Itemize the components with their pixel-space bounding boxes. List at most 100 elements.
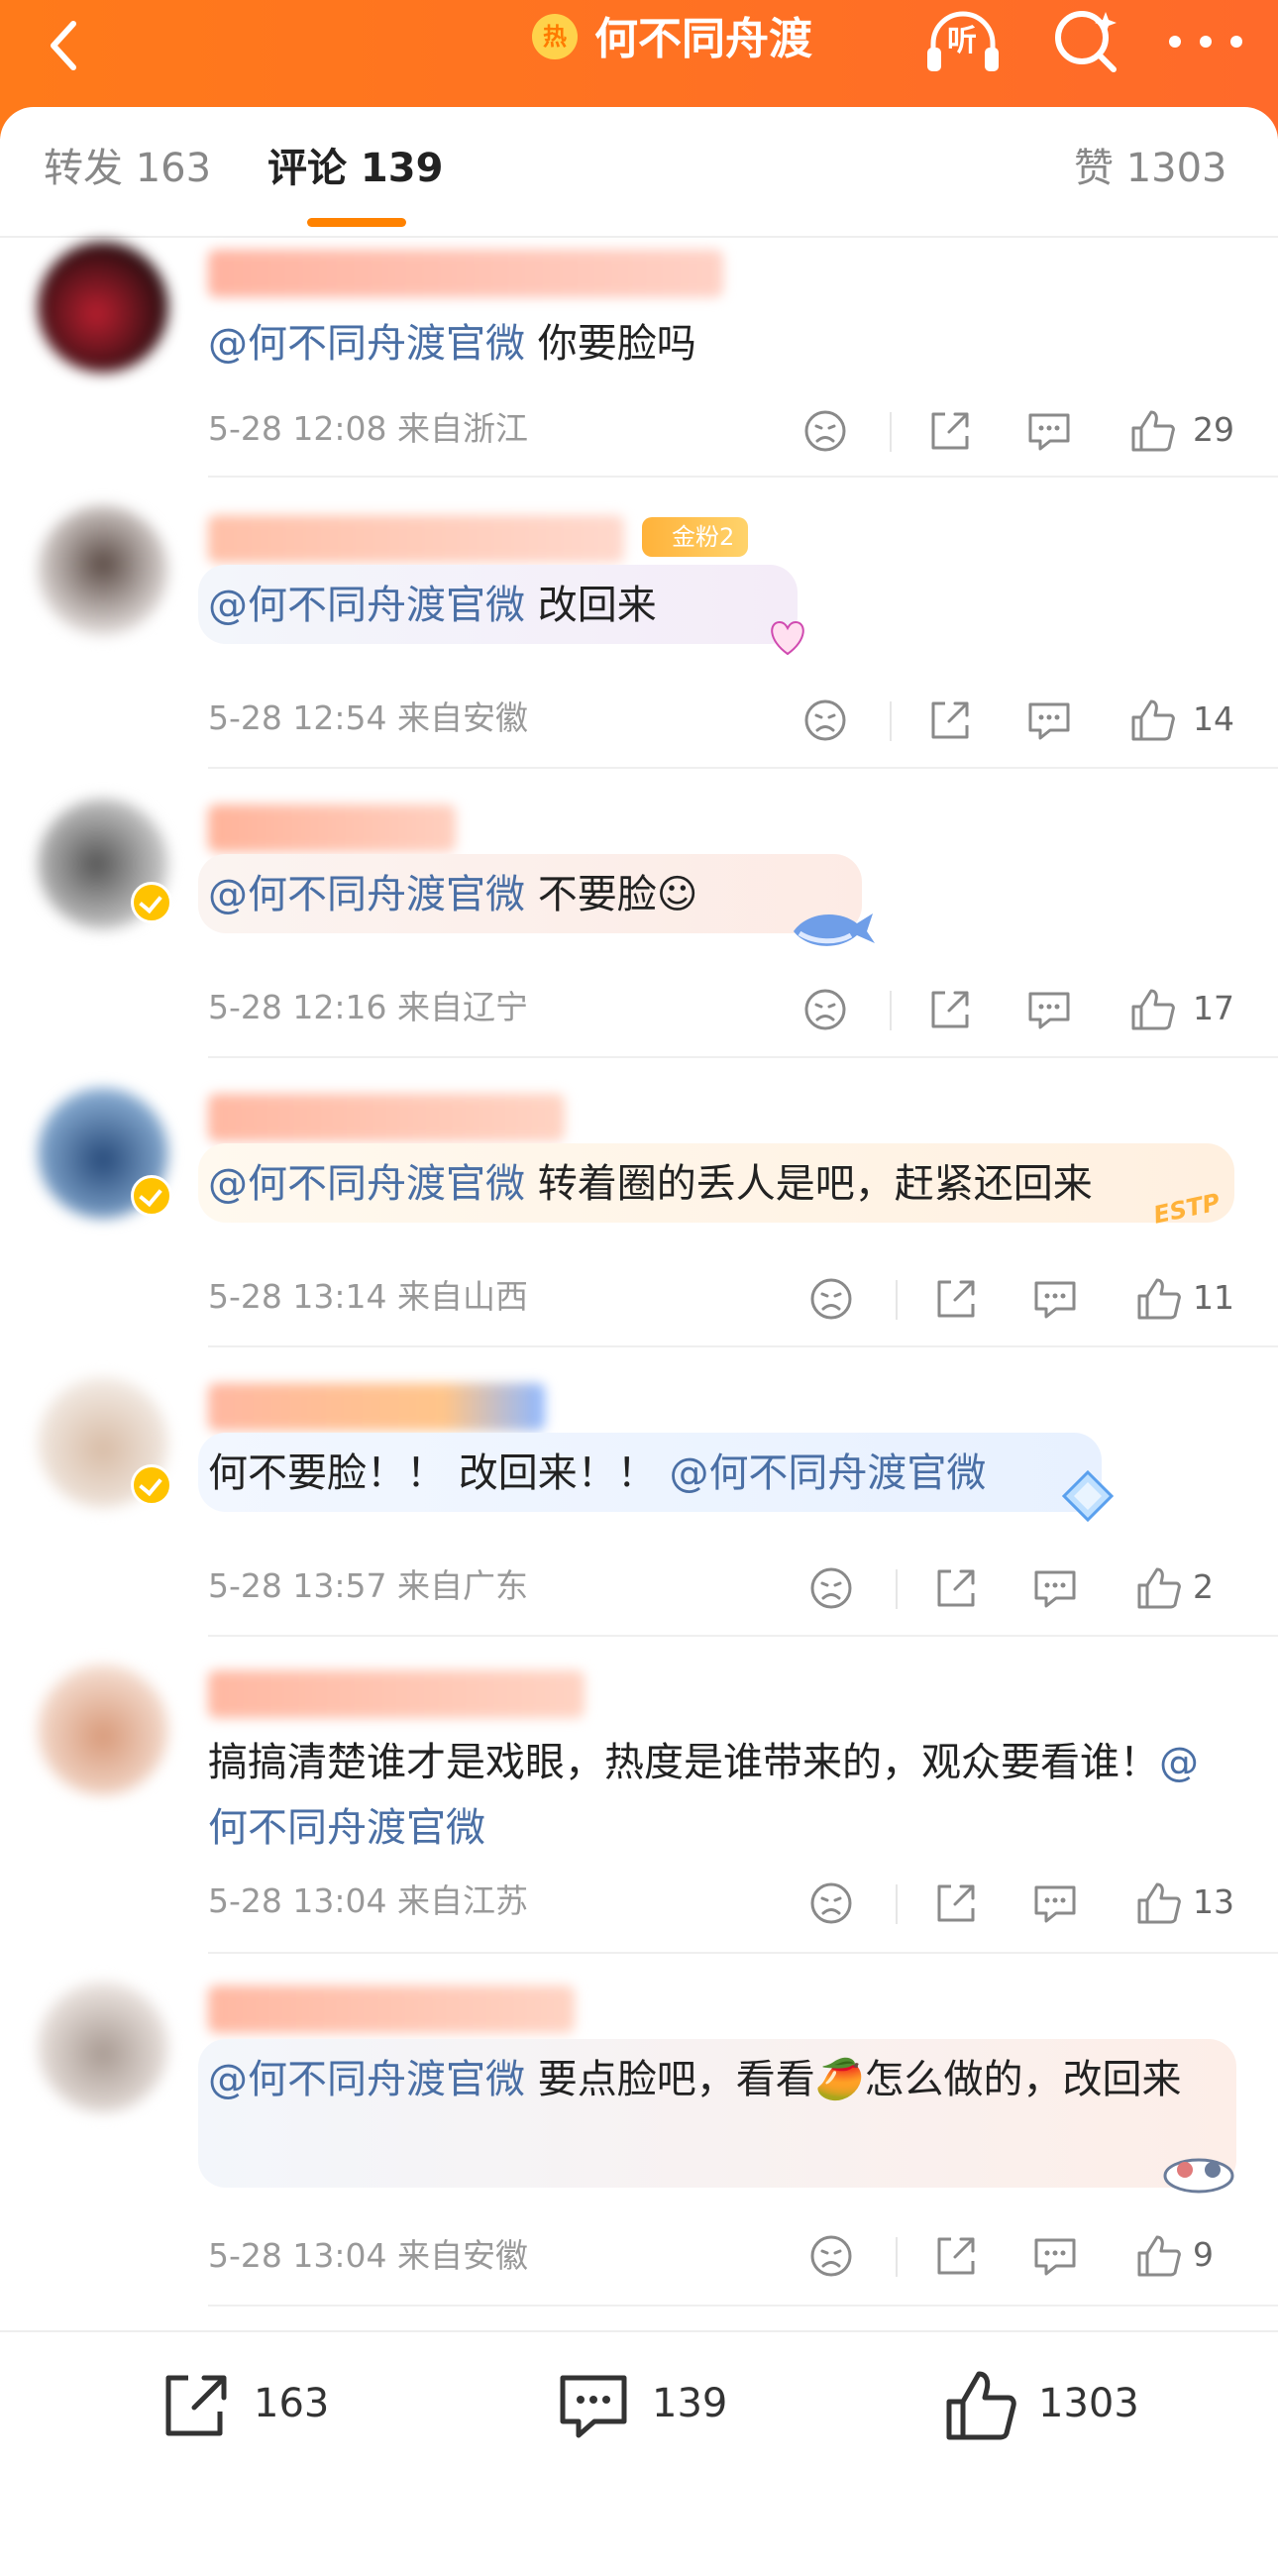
comment-body: 不要脸☺ [525, 872, 698, 917]
avatar[interactable] [38, 505, 168, 636]
bottom-repost-button[interactable]: 163 [159, 2364, 357, 2443]
more-options-icon[interactable] [1161, 12, 1250, 71]
action-separator [896, 1569, 898, 1609]
tab-likes[interactable]: 赞 1303 [1074, 139, 1227, 198]
reply-button[interactable] [1032, 2225, 1088, 2285]
dislike-icon [804, 989, 846, 1030]
back-arrow-icon[interactable] [28, 6, 107, 85]
comment-divider [208, 1952, 1278, 1954]
reply-button[interactable] [1026, 979, 1082, 1038]
repost-icon [937, 1280, 975, 1318]
repost-button[interactable] [927, 979, 983, 1038]
mention-link[interactable]: @何不同舟渡官微 [208, 2057, 525, 2102]
dislike-button[interactable] [802, 690, 858, 749]
action-separator [890, 412, 892, 452]
like-icon [1137, 1278, 1181, 1320]
action-separator [890, 701, 892, 741]
tab-comments[interactable]: 评论 139 [267, 139, 443, 198]
comment-body: 搞搞清楚谁才是戏眼，热度是谁带来的，观众要看谁！ [208, 1740, 1159, 1785]
search-icon[interactable] [1048, 4, 1123, 79]
avatar[interactable] [38, 242, 168, 373]
repost-button[interactable] [933, 1268, 989, 1328]
comment-body: 你要脸吗 [525, 321, 696, 367]
repost-icon [931, 412, 969, 450]
repost-button[interactable] [927, 690, 983, 749]
username-blurred[interactable] [208, 1986, 575, 2033]
fan-level-badge: 金粉2 [642, 517, 749, 557]
avatar[interactable] [38, 1664, 168, 1795]
mention-link[interactable]: @何不同舟渡官微 [208, 583, 525, 628]
mention-link[interactable]: @何不同舟渡官微 [669, 1450, 986, 1496]
dislike-button[interactable] [808, 1268, 864, 1328]
like-count: 17 [1193, 989, 1234, 1027]
like-button[interactable] [1135, 1873, 1191, 1932]
username-blurred[interactable] [208, 1670, 585, 1718]
username-blurred[interactable] [208, 805, 456, 852]
dislike-button[interactable] [808, 1873, 864, 1932]
repost-icon [931, 701, 969, 739]
verified-badge-icon [131, 1464, 172, 1506]
reply-button[interactable] [1032, 1268, 1088, 1328]
like-button[interactable] [1129, 690, 1185, 749]
dislike-button[interactable] [802, 979, 858, 1038]
repost-button[interactable] [927, 400, 983, 460]
like-count: 29 [1193, 410, 1234, 449]
dislike-icon [810, 2235, 852, 2277]
comment-text: 搞搞清楚谁才是戏眼，热度是谁带来的，观众要看谁！@何不同舟渡官微 [208, 1730, 1209, 1861]
comment-meta: 5-28 13:14 来自山西 [208, 1277, 528, 1316]
like-button[interactable] [1129, 400, 1185, 460]
comment-count: 139 [652, 2381, 728, 2426]
username-blurred[interactable] [208, 1383, 545, 1431]
bottom-like-button[interactable]: 1303 [941, 2364, 1159, 2443]
username-blurred[interactable] [208, 515, 624, 563]
username-blurred[interactable] [208, 1094, 565, 1141]
like-button[interactable] [1135, 1268, 1191, 1328]
like-button[interactable] [1135, 2225, 1191, 2285]
reply-icon [1028, 413, 1070, 451]
repost-button[interactable] [933, 1873, 989, 1932]
comment-meta: 5-28 13:57 来自广东 [208, 1566, 528, 1605]
like-count: 9 [1193, 2235, 1214, 2274]
repost-button[interactable] [933, 2225, 989, 2285]
reply-button[interactable] [1026, 690, 1082, 749]
avatar[interactable] [38, 1982, 168, 2112]
car-sticker-icon [1163, 2158, 1234, 2194]
repost-icon [165, 2375, 227, 2436]
repost-icon [937, 1569, 975, 1607]
dislike-button[interactable] [808, 1557, 864, 1617]
repost-icon [931, 991, 969, 1028]
dislike-button[interactable] [808, 2225, 864, 2285]
repost-icon [937, 1884, 975, 1922]
whale-sticker-icon [794, 913, 875, 946]
reply-icon [1034, 2238, 1076, 2276]
mention-link[interactable]: @何不同舟渡官微 [208, 321, 525, 367]
like-count: 1303 [1038, 2381, 1139, 2426]
reply-button[interactable] [1026, 400, 1082, 460]
dislike-icon [804, 699, 846, 741]
comment-meta: 5-28 12:08 来自浙江 [208, 409, 528, 448]
active-tab-indicator [307, 218, 406, 227]
username-blurred[interactable] [208, 250, 723, 297]
page-title[interactable]: 何不同舟渡 [594, 8, 812, 71]
mention-link[interactable]: @何不同舟渡官微 [208, 1161, 525, 1207]
repost-button[interactable] [933, 1557, 989, 1617]
tab-reposts[interactable]: 转发 163 [44, 139, 211, 198]
reply-button[interactable] [1032, 1873, 1088, 1932]
dislike-icon [810, 1882, 852, 1924]
bottom-comment-button[interactable]: 139 [555, 2364, 753, 2443]
dislike-icon [804, 410, 846, 452]
mention-link[interactable]: @何不同舟渡官微 [208, 872, 525, 917]
like-button[interactable] [1135, 1557, 1191, 1617]
like-icon [1131, 410, 1175, 452]
comment-body: 何不要脸！！ 改回来！！ [208, 1450, 670, 1496]
like-button[interactable] [1129, 979, 1185, 1038]
comment-text: @何不同舟渡官微 不要脸☺ [208, 862, 1238, 927]
like-icon [1131, 989, 1175, 1030]
action-separator [896, 1884, 898, 1924]
dislike-button[interactable] [802, 400, 858, 460]
comment-divider [208, 2305, 1278, 2307]
reply-button[interactable] [1032, 1557, 1088, 1617]
verified-badge-icon [131, 1175, 172, 1217]
reply-icon [1034, 1281, 1076, 1319]
repost-icon [937, 2237, 975, 2275]
